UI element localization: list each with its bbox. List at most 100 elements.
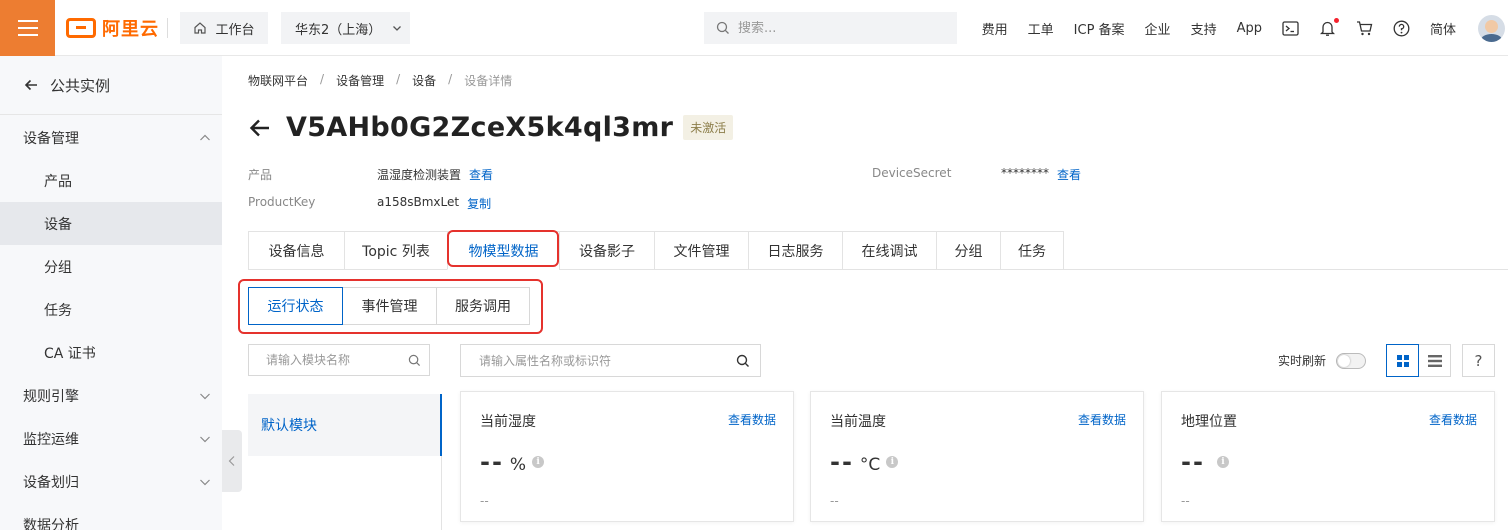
- tab-online-debug[interactable]: 在线调试: [842, 231, 936, 270]
- product-row: 产品 温湿度检测装置 查看: [248, 166, 493, 183]
- productkey-value: a158sBmxLet: [377, 195, 460, 209]
- sidebar-back-label: 公共实例: [50, 76, 111, 95]
- breadcrumb: 物联网平台 / 设备管理 / 设备 / 设备详情: [248, 72, 512, 89]
- top-link-enterprise[interactable]: 企业: [1145, 19, 1171, 38]
- chevron-down-icon: [200, 479, 210, 485]
- sidebar-back-button[interactable]: 公共实例: [0, 56, 222, 115]
- realtime-refresh-toggle[interactable]: [1336, 352, 1367, 369]
- sidebar-group-device-mgmt[interactable]: 设备管理: [0, 116, 222, 159]
- tab-group[interactable]: 分组: [936, 231, 1000, 270]
- view-data-link[interactable]: 查看数据: [728, 411, 776, 428]
- workbench-button[interactable]: 工作台: [180, 12, 268, 44]
- top-link-tickets[interactable]: 工单: [1028, 19, 1054, 38]
- grid-icon: [1396, 354, 1409, 367]
- tab-log-service[interactable]: 日志服务: [748, 231, 842, 270]
- sidebar-item-product[interactable]: 产品: [0, 159, 222, 202]
- sidebar-item-ca-cert[interactable]: CA 证书: [0, 331, 222, 374]
- help-button[interactable]: ?: [1462, 344, 1495, 377]
- module-list: 默认模块: [248, 394, 442, 530]
- subtab-event-management[interactable]: 事件管理: [342, 287, 437, 325]
- sidebar-item-group[interactable]: 分组: [0, 245, 222, 288]
- region-select[interactable]: 华东2（上海）: [281, 12, 410, 44]
- menu-icon[interactable]: [0, 0, 55, 56]
- subtab-service-call[interactable]: 服务调用: [436, 287, 530, 325]
- property-search[interactable]: [460, 344, 761, 377]
- productkey-label: ProductKey: [248, 195, 316, 209]
- avatar[interactable]: [1478, 14, 1505, 42]
- view-product-link[interactable]: 查看: [469, 166, 493, 183]
- breadcrumb-current: 设备详情: [464, 74, 513, 88]
- chevron-left-icon: [228, 456, 235, 466]
- tab-device-info[interactable]: 设备信息: [248, 231, 344, 270]
- status-badge: 未激活: [683, 115, 734, 140]
- global-search-input[interactable]: [738, 20, 938, 36]
- view-secret-link[interactable]: 查看: [1057, 166, 1081, 183]
- breadcrumb-item[interactable]: 设备管理: [336, 72, 384, 89]
- tab-thing-model-data[interactable]: 物模型数据: [447, 231, 559, 270]
- card-unit: °C: [859, 455, 881, 475]
- card-value-text: --: [830, 448, 854, 476]
- bell-icon[interactable]: [1319, 17, 1339, 37]
- grid-view-button[interactable]: [1386, 344, 1419, 377]
- view-data-link[interactable]: 查看数据: [1078, 411, 1126, 428]
- card-timestamp: --: [830, 494, 839, 508]
- top-link-app[interactable]: App: [1237, 21, 1262, 36]
- sidebar-group-rule-engine[interactable]: 规则引擎: [0, 374, 222, 417]
- tab-device-shadow[interactable]: 设备影子: [559, 231, 654, 270]
- terminal-icon[interactable]: [1282, 20, 1299, 37]
- sidebar-group-monitoring[interactable]: 监控运维: [0, 417, 222, 460]
- top-link-icp[interactable]: ICP 备案: [1074, 19, 1125, 38]
- card-value-text: --: [480, 448, 504, 476]
- secret-value: ********: [1001, 166, 1049, 180]
- module-item-default[interactable]: 默认模块: [248, 394, 442, 456]
- top-link-fees[interactable]: 费用: [982, 19, 1008, 38]
- help-circle-icon[interactable]: [1393, 20, 1410, 37]
- top-link-support[interactable]: 支持: [1191, 19, 1217, 38]
- tab-file-management[interactable]: 文件管理: [654, 231, 748, 270]
- back-arrow-icon[interactable]: [248, 116, 272, 140]
- card-value: -- % i: [480, 448, 545, 476]
- sidebar: 公共实例 设备管理 产品 设备 分组 任务 CA 证书 规则引擎 监控运维 设备…: [0, 56, 222, 530]
- chevron-down-icon: [393, 26, 402, 31]
- info-icon[interactable]: i: [886, 456, 899, 468]
- module-search-input[interactable]: [266, 353, 406, 367]
- device-tabs: 设备信息 Topic 列表 物模型数据 设备影子 文件管理 日志服务 在线调试 …: [248, 231, 1508, 270]
- breadcrumb-separator: /: [396, 72, 401, 86]
- module-search[interactable]: [248, 344, 430, 376]
- list-view-button[interactable]: [1418, 344, 1451, 377]
- card-value-text: --: [1181, 448, 1205, 476]
- language-switch[interactable]: 简体: [1430, 19, 1456, 38]
- info-icon[interactable]: i: [532, 456, 545, 468]
- view-data-link[interactable]: 查看数据: [1429, 411, 1477, 428]
- realtime-refresh: 实时刷新: [1278, 352, 1367, 369]
- card-unit: %: [509, 455, 527, 475]
- page-header: V5AHb0G2ZceX5k4ql3mr 未激活: [248, 112, 734, 143]
- aliyun-logo[interactable]: 阿里云: [66, 16, 159, 40]
- breadcrumb-item[interactable]: 物联网平台: [248, 72, 308, 89]
- tab-topic-list[interactable]: Topic 列表: [344, 231, 447, 270]
- property-search-input[interactable]: [479, 353, 719, 368]
- property-card-location: 地理位置 查看数据 -- i --: [1161, 391, 1495, 522]
- sidebar-group-label: 规则引擎: [23, 388, 79, 405]
- home-icon: [194, 22, 207, 34]
- sidebar-collapse-handle[interactable]: [222, 430, 242, 492]
- card-value: -- °C i: [830, 448, 899, 476]
- productkey-row: ProductKey a158sBmxLet 复制: [248, 195, 491, 212]
- subtab-running-status[interactable]: 运行状态: [248, 287, 343, 325]
- sidebar-group-label: 数据分析: [23, 517, 79, 530]
- global-search[interactable]: [704, 12, 957, 44]
- cart-icon[interactable]: [1356, 20, 1373, 37]
- region-label: 华东2（上海）: [295, 22, 382, 38]
- info-icon[interactable]: i: [1216, 456, 1229, 468]
- copy-productkey-link[interactable]: 复制: [467, 195, 491, 212]
- sidebar-group-data-analysis[interactable]: 数据分析: [0, 503, 222, 530]
- card-title: 地理位置: [1181, 414, 1237, 430]
- breadcrumb-item[interactable]: 设备: [412, 72, 436, 89]
- sidebar-group-device-transfer[interactable]: 设备划归: [0, 460, 222, 503]
- sidebar-item-task[interactable]: 任务: [0, 288, 222, 331]
- chevron-down-icon: [200, 393, 210, 399]
- tab-task[interactable]: 任务: [1000, 231, 1064, 270]
- top-links: 费用 工单 ICP 备案 企业 支持 App 简体: [982, 0, 1508, 56]
- sidebar-item-device[interactable]: 设备: [0, 202, 222, 245]
- search-icon: [716, 21, 729, 34]
